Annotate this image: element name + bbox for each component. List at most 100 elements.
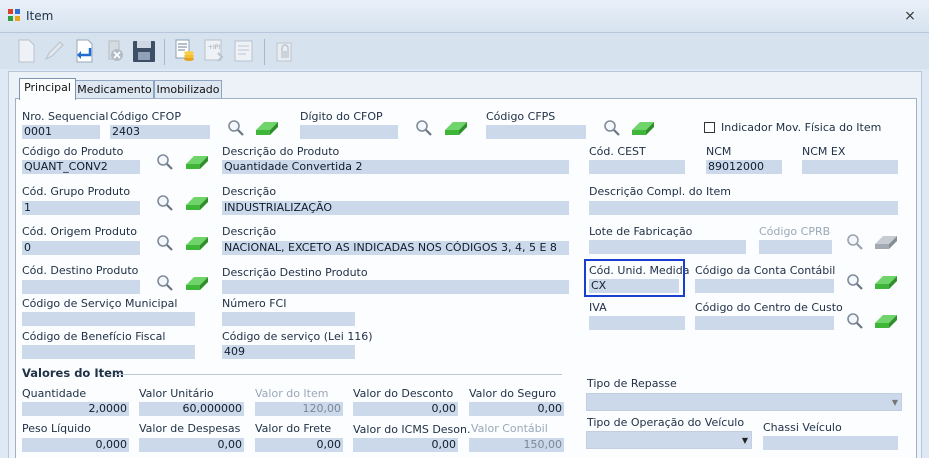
valor-seguro-input[interactable]: 0,00 xyxy=(469,402,564,416)
beneficio-fiscal-input[interactable] xyxy=(22,345,195,359)
conta-contabil-input[interactable] xyxy=(695,279,834,293)
eraser-icon[interactable] xyxy=(184,234,210,252)
codigo-cfps-label: Código CFPS xyxy=(486,110,556,123)
cod-origem-label: Cód. Origem Produto xyxy=(22,225,138,238)
beneficio-fiscal-label: Código de Benefício Fiscal xyxy=(22,330,166,343)
cod-grupo-input[interactable]: 1 xyxy=(22,201,140,215)
tab-principal[interactable]: Principal xyxy=(19,78,76,100)
codigo-produto-input[interactable]: QUANT_CONV2 xyxy=(22,160,140,174)
search-icon[interactable] xyxy=(227,119,245,137)
centro-custo-input[interactable] xyxy=(695,316,834,330)
codigo-cfop-input[interactable]: 2403 xyxy=(110,125,210,139)
digito-cfop-input[interactable] xyxy=(300,125,398,139)
tab-medicamento[interactable]: Medicamento xyxy=(75,80,154,99)
iva-input[interactable] xyxy=(589,316,685,330)
servico-municipal-input[interactable] xyxy=(22,312,195,326)
delete-icon[interactable] xyxy=(100,37,128,65)
indicador-mov-checkbox[interactable] xyxy=(704,122,715,133)
ncm-ex-input[interactable] xyxy=(802,160,898,174)
lock-icon[interactable] xyxy=(270,37,298,65)
conta-contabil-label: Código da Conta Contábil xyxy=(695,264,836,277)
descricao-compl-input[interactable] xyxy=(589,201,898,215)
group-divider xyxy=(115,374,562,375)
valor-desconto-input[interactable]: 0,00 xyxy=(353,402,458,416)
servico-municipal-label: Código de Serviço Municipal xyxy=(22,297,178,310)
eraser-icon[interactable] xyxy=(254,119,280,137)
eraser-icon[interactable] xyxy=(873,312,899,330)
search-icon[interactable] xyxy=(846,312,864,330)
chassi-input[interactable] xyxy=(763,436,898,450)
numero-fci-input[interactable] xyxy=(222,312,355,326)
valor-despesas-input[interactable]: 0,00 xyxy=(139,438,244,452)
search-icon[interactable] xyxy=(846,273,864,291)
search-icon[interactable] xyxy=(846,233,864,251)
valor-icms-deson-input[interactable]: 0,00 xyxy=(353,438,458,452)
save-icon[interactable] xyxy=(130,37,158,65)
nro-sequencial-input[interactable]: 0001 xyxy=(22,125,100,139)
cod-destino-input[interactable] xyxy=(22,280,140,294)
valor-seguro-label: Valor do Seguro xyxy=(469,387,557,400)
search-icon[interactable] xyxy=(156,274,174,292)
valor-unitario-label: Valor Unitário xyxy=(139,387,214,400)
valor-icms-deson-label: Valor do ICMS Deson. xyxy=(353,423,471,436)
cod-origem-input[interactable]: 0 xyxy=(22,241,140,255)
document-list-icon[interactable] xyxy=(230,37,258,65)
eraser-icon[interactable] xyxy=(873,273,899,291)
eraser-icon[interactable] xyxy=(873,233,899,251)
codigo-cprb-input[interactable] xyxy=(759,240,832,254)
eraser-icon[interactable] xyxy=(443,119,469,137)
descricao-produto-input[interactable]: Quantidade Convertida 2 xyxy=(222,160,569,174)
chevron-down-icon: ▼ xyxy=(741,436,748,445)
valor-item-input[interactable]: 120,00 xyxy=(255,402,343,416)
eraser-icon[interactable] xyxy=(630,119,656,137)
valor-frete-input[interactable]: 0,00 xyxy=(255,438,343,452)
codigo-servico-input[interactable]: 409 xyxy=(222,345,355,359)
ncm-ex-label: NCM EX xyxy=(802,145,846,158)
descricao-destino-input[interactable] xyxy=(222,280,569,294)
quantidade-input[interactable]: 2,0000 xyxy=(22,402,129,416)
close-button[interactable]: ⨯ xyxy=(901,7,919,25)
eraser-icon[interactable] xyxy=(184,194,210,212)
tipo-operacao-select[interactable]: ▼ xyxy=(586,431,752,449)
descricao-destino-label: Descrição Destino Produto xyxy=(222,266,368,279)
valor-contabil-label: Valor Contábil xyxy=(471,422,548,435)
app-icon xyxy=(8,9,20,21)
search-icon[interactable] xyxy=(156,153,174,171)
valor-contabil-input[interactable]: 150,00 xyxy=(469,438,564,452)
codigo-cfop-label: Código CFOP xyxy=(110,110,181,123)
search-icon[interactable] xyxy=(156,234,174,252)
coins-report-icon[interactable] xyxy=(170,37,198,65)
chevron-down-icon: ▼ xyxy=(891,398,898,407)
save-back-icon[interactable] xyxy=(70,37,98,65)
eraser-icon[interactable] xyxy=(184,153,210,171)
centro-custo-label: Código do Centro de Custo xyxy=(695,301,843,314)
tipo-repasse-select[interactable]: ▼ xyxy=(586,393,902,411)
valores-group-title: Valores do Item xyxy=(22,366,124,380)
cod-cest-input[interactable] xyxy=(589,160,685,174)
search-icon[interactable] xyxy=(415,119,433,137)
search-icon[interactable] xyxy=(156,194,174,212)
tab-imobilizado[interactable]: Imobilizado xyxy=(154,80,222,99)
valor-despesas-label: Valor de Despesas xyxy=(139,422,241,435)
ipi-icon[interactable]: +IPI xyxy=(200,37,228,65)
toolbar-separator xyxy=(164,39,165,65)
svg-text:+IPI: +IPI xyxy=(208,44,220,51)
valor-item-label: Valor do Item xyxy=(255,387,329,400)
descricao-grupo-input[interactable]: INDUSTRIALIZAÇÃO xyxy=(222,201,569,215)
new-document-icon[interactable] xyxy=(12,37,40,65)
descricao-origem-input[interactable]: NACIONAL, EXCETO AS INDICADAS NOS CÓDIGO… xyxy=(222,241,569,255)
digito-cfop-label: Dígito do CFOP xyxy=(300,110,383,123)
peso-liquido-input[interactable]: 0,000 xyxy=(22,438,129,452)
toolbar-separator xyxy=(264,39,265,65)
descricao-grupo-label: Descrição xyxy=(222,185,277,198)
search-icon[interactable] xyxy=(603,119,621,137)
codigo-cfps-input[interactable] xyxy=(486,125,586,139)
eraser-icon[interactable] xyxy=(184,274,210,292)
indicador-mov-label: Indicador Mov. Física do Item xyxy=(721,121,882,134)
lote-input[interactable] xyxy=(589,240,746,254)
valor-desconto-label: Valor do Desconto xyxy=(353,387,454,400)
valor-unitario-input[interactable]: 60,000000 xyxy=(139,402,244,416)
ncm-input[interactable]: 89012000 xyxy=(706,160,782,174)
edit-icon[interactable] xyxy=(40,37,68,65)
ncm-label: NCM xyxy=(706,145,732,158)
